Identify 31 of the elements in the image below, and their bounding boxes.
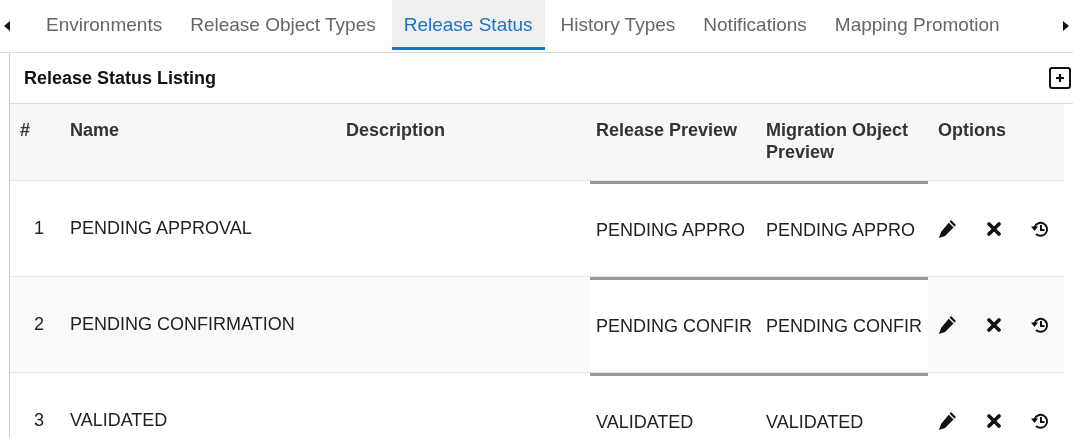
delete-button[interactable] [987,317,1001,332]
tab[interactable]: Environments [34,0,175,50]
column-header: Options [928,104,1064,181]
table-cell: 2 [10,277,60,373]
edit-button[interactable] [936,409,958,432]
column-header: Name [60,104,336,181]
preview-cell: PENDING CONFIR [590,277,760,373]
edit-button[interactable] [936,217,958,240]
tab[interactable]: History Types [548,0,688,50]
delete-button[interactable] [987,413,1001,428]
panel-title: Release Status Listing [24,67,217,89]
edit-button[interactable] [936,313,958,336]
scroll-left-icon[interactable] [4,21,10,31]
tab[interactable]: Release Status [391,0,545,50]
plus-icon[interactable] [1055,73,1065,83]
column-header: # [10,104,60,181]
scroll-right-icon[interactable] [1063,21,1069,31]
column-header: Description [336,104,590,181]
column-header: Release Preview [590,104,760,181]
add-button[interactable] [1049,67,1071,89]
table-cell: VALIDATED [60,373,336,438]
preview-cell: PENDING APPRO [590,181,760,277]
tab[interactable]: Notifications [691,0,819,50]
table-cell: PENDING CONFIRMATION [60,277,336,373]
tab[interactable]: Release Object Types [178,0,388,50]
preview-cell: PENDING APPRO [760,181,928,277]
preview-cell: PENDING CONFIR [760,277,928,373]
tab[interactable]: Mapping Promotion [822,0,1012,50]
delete-button[interactable] [987,221,1001,236]
table-cell: 3 [10,373,60,438]
column-header: Migration Object Preview [760,104,928,181]
